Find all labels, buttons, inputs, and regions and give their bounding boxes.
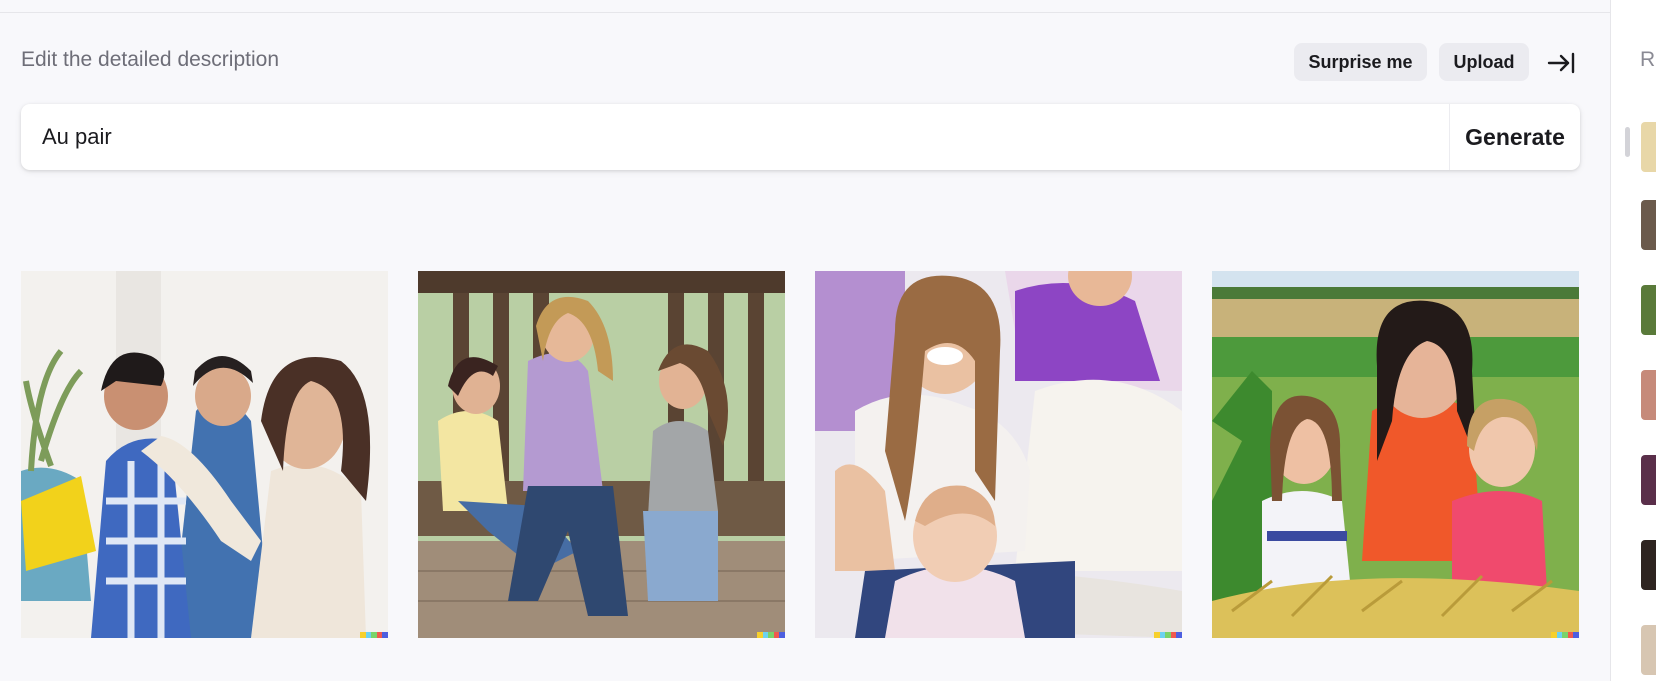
generated-image-2[interactable] <box>418 271 785 638</box>
history-thumbnail[interactable] <box>1641 200 1656 250</box>
top-divider <box>0 0 1610 13</box>
edit-description-label: Edit the detailed description <box>21 48 279 71</box>
generated-image-4[interactable] <box>1212 271 1579 638</box>
upload-button[interactable]: Upload <box>1439 43 1529 81</box>
main-panel: Edit the detailed description Surprise m… <box>0 0 1610 681</box>
history-thumbnail[interactable] <box>1641 370 1656 420</box>
history-thumbnail[interactable] <box>1641 625 1656 675</box>
prompt-bar: Generate <box>21 104 1580 170</box>
history-thumbnail[interactable] <box>1641 122 1656 172</box>
watermark <box>757 632 785 638</box>
arrow-right-to-bar-icon <box>1547 52 1575 74</box>
history-thumbnail[interactable] <box>1641 285 1656 335</box>
prompt-input[interactable] <box>21 104 1426 170</box>
watermark <box>360 632 388 638</box>
sidebar-scrollbar[interactable] <box>1625 127 1630 157</box>
history-sidebar: R <box>1610 0 1656 681</box>
sidebar-heading: R <box>1640 48 1656 71</box>
history-thumbnail[interactable] <box>1641 455 1656 505</box>
watermark <box>1551 632 1579 638</box>
collapse-sidebar-button[interactable] <box>1546 48 1576 78</box>
history-thumbnail[interactable] <box>1641 540 1656 590</box>
watermark <box>1154 632 1182 638</box>
generate-button[interactable]: Generate <box>1450 104 1580 170</box>
surprise-me-button[interactable]: Surprise me <box>1294 43 1427 81</box>
generated-image-3[interactable] <box>815 271 1182 638</box>
generated-image-1[interactable] <box>21 271 388 638</box>
